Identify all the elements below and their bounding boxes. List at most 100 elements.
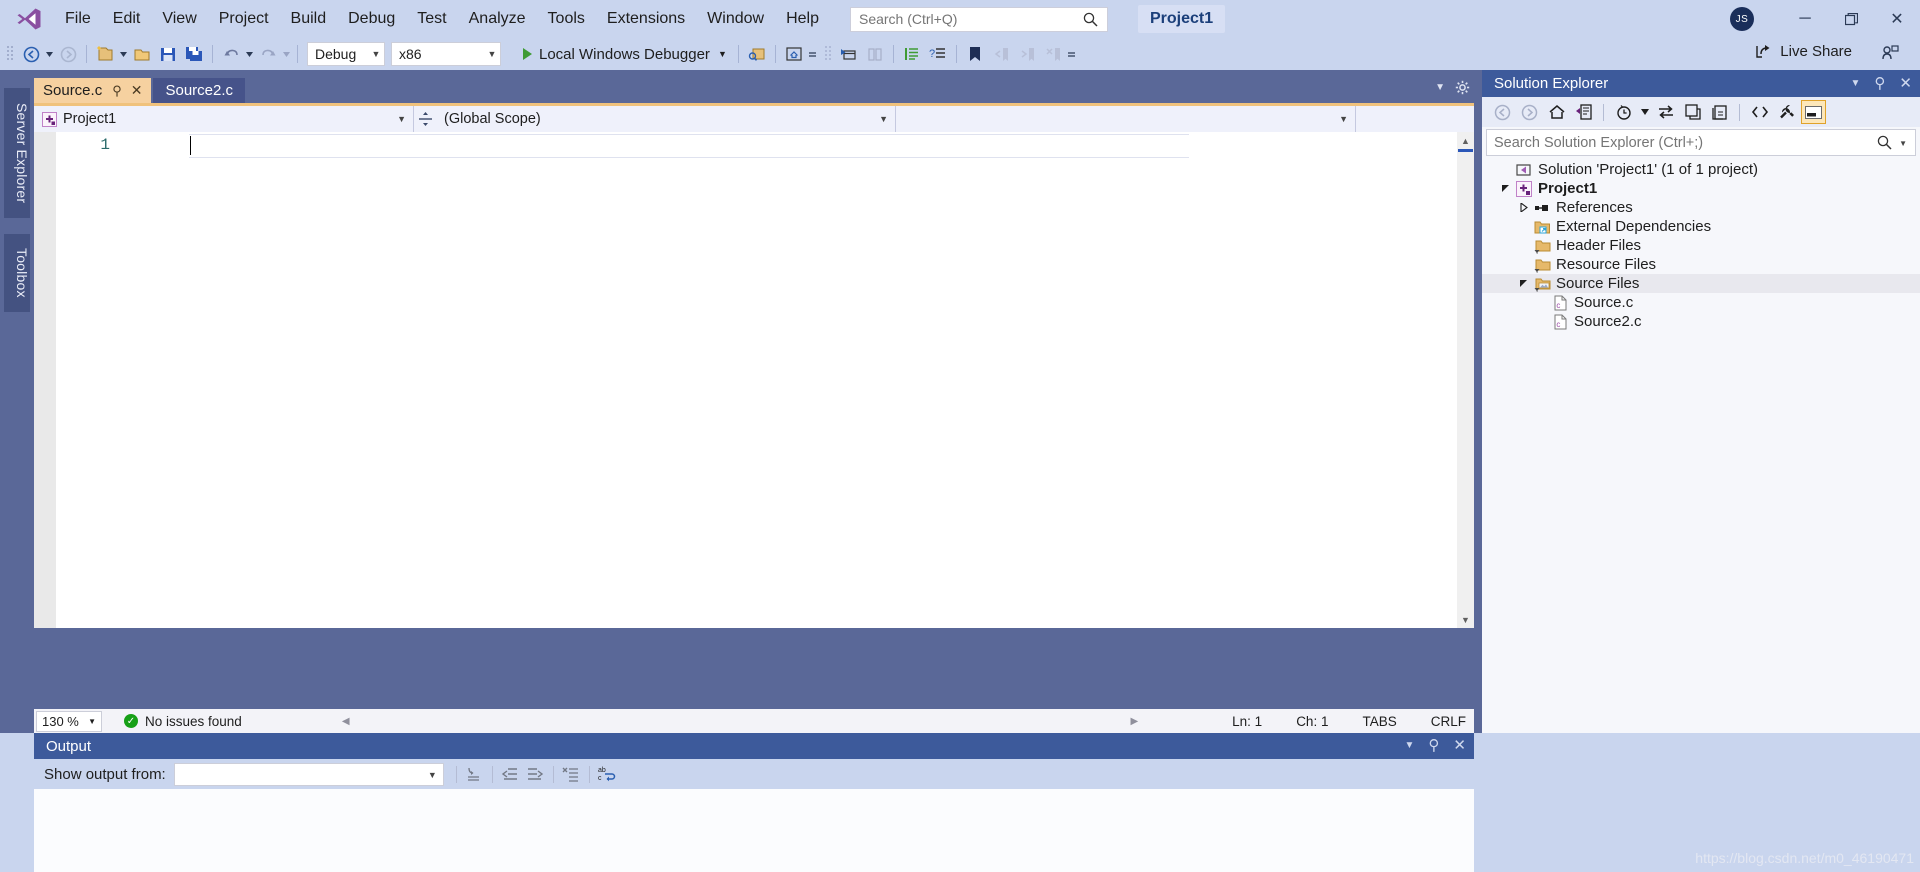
menu-item-edit[interactable]: Edit xyxy=(102,3,152,35)
live-share-button[interactable]: Live Share xyxy=(1754,42,1852,61)
horizontal-scroll-right-button[interactable]: ▶ xyxy=(1130,716,1138,727)
pending-changes-filter-icon[interactable] xyxy=(1611,100,1636,124)
collapse-all-icon[interactable] xyxy=(1707,100,1732,124)
toolbar-grip[interactable] xyxy=(6,44,15,64)
navbar-scope-combo[interactable]: (Global Scope) ▼ xyxy=(436,106,896,132)
tree-item-resource-files[interactable]: Resource Files xyxy=(1482,255,1920,274)
new-window-icon[interactable] xyxy=(836,42,862,66)
tree-item-source-c[interactable]: c Source.c xyxy=(1482,293,1920,312)
scroll-up-button[interactable]: ▲ xyxy=(1457,132,1474,149)
editor-tab-source2-c[interactable]: Source2.c xyxy=(153,78,246,103)
scroll-down-button[interactable]: ▼ xyxy=(1457,611,1474,628)
sync-with-active-document-icon[interactable] xyxy=(1653,100,1678,124)
pin-icon[interactable]: ⚲ xyxy=(112,83,122,99)
start-debugging-button[interactable]: Local Windows Debugger ▼ xyxy=(517,42,733,66)
menu-item-file[interactable]: File xyxy=(54,3,102,35)
go-to-previous-message-icon[interactable] xyxy=(498,762,523,786)
code-editor-surface[interactable]: 1 ▲ ▼ xyxy=(34,132,1474,628)
avatar[interactable]: JS xyxy=(1730,7,1754,31)
menu-item-test[interactable]: Test xyxy=(406,3,457,35)
search-input[interactable] xyxy=(858,11,1084,27)
new-project-dropdown[interactable] xyxy=(118,42,129,66)
restore-button[interactable] xyxy=(1828,0,1874,38)
navbar-split-button[interactable] xyxy=(414,106,436,132)
gear-icon[interactable] xyxy=(1455,80,1470,95)
preview-selected-items-icon[interactable] xyxy=(1801,100,1826,124)
scrollbar-track[interactable] xyxy=(1457,149,1474,611)
toolbar-overflow-caret[interactable] xyxy=(807,42,818,66)
tree-item-source-files[interactable]: Source Files xyxy=(1482,274,1920,293)
active-files-dropdown-icon[interactable]: ▼ xyxy=(1435,82,1445,93)
properties-wrench-icon[interactable] xyxy=(1774,100,1799,124)
expander-expanded-icon[interactable] xyxy=(1514,279,1532,288)
redo-icon[interactable] xyxy=(255,42,281,66)
chevron-down-icon[interactable] xyxy=(1638,100,1651,124)
show-output-from-combo[interactable]: ▼ xyxy=(173,762,444,786)
close-icon[interactable]: ✕ xyxy=(1899,74,1912,92)
clear-all-icon[interactable] xyxy=(559,762,584,786)
menu-item-help[interactable]: Help xyxy=(775,3,830,35)
dock-splitter[interactable] xyxy=(1474,70,1482,733)
search-solution-explorer-input[interactable] xyxy=(1494,134,1874,151)
menu-item-tools[interactable]: Tools xyxy=(537,3,596,35)
show-all-files-icon[interactable] xyxy=(1747,100,1772,124)
undo-icon[interactable] xyxy=(218,42,244,66)
undo-dropdown[interactable] xyxy=(244,42,255,66)
tree-item-project1[interactable]: Project1 xyxy=(1482,179,1920,198)
chevron-down-icon[interactable]: ▼ xyxy=(1405,740,1415,751)
pending-changes-icon[interactable] xyxy=(1571,100,1596,124)
save-all-icon[interactable] xyxy=(181,42,207,66)
next-bookmark-icon[interactable] xyxy=(1014,42,1040,66)
tree-item-external-dependencies[interactable]: External Dependencies xyxy=(1482,217,1920,236)
refresh-icon[interactable] xyxy=(1680,100,1705,124)
tree-item-source2-c[interactable]: c Source2.c xyxy=(1482,312,1920,331)
solution-platform-combo[interactable]: x86 ▼ xyxy=(391,42,501,66)
menu-item-debug[interactable]: Debug xyxy=(337,3,406,35)
navigate-backward-button[interactable] xyxy=(18,42,44,66)
editor-tab-source-c[interactable]: Source.c ⚲ ✕ xyxy=(34,78,152,103)
pin-toolbar-icon[interactable] xyxy=(1881,44,1900,63)
navigate-forward-button[interactable] xyxy=(55,42,81,66)
expander-collapsed-icon[interactable] xyxy=(1514,203,1532,212)
pin-icon[interactable]: ⚲ xyxy=(1874,74,1885,92)
issues-status[interactable]: ✓ No issues found xyxy=(124,714,242,729)
previous-bookmark-icon[interactable] xyxy=(988,42,1014,66)
pin-icon[interactable]: ⚲ xyxy=(1428,736,1439,754)
minimize-button[interactable]: ─ xyxy=(1782,0,1828,38)
toggle-bookmark-icon[interactable] xyxy=(962,42,988,66)
clear-bookmarks-icon[interactable] xyxy=(1040,42,1066,66)
chevron-down-icon[interactable]: ▼ xyxy=(1851,78,1861,89)
solution-configuration-combo[interactable]: Debug ▼ xyxy=(307,42,385,66)
horizontal-scroll-left-button[interactable]: ◀ xyxy=(342,716,350,727)
menu-item-extensions[interactable]: Extensions xyxy=(596,3,696,35)
output-text-area[interactable] xyxy=(34,789,1474,872)
comment-selection-icon[interactable] xyxy=(899,42,925,66)
expander-expanded-icon[interactable] xyxy=(1496,184,1514,193)
chevron-down-icon[interactable]: ▼ xyxy=(1899,139,1907,148)
open-file-icon[interactable] xyxy=(129,42,155,66)
tree-item-header-files[interactable]: Header Files xyxy=(1482,236,1920,255)
toolbar-overflow-caret[interactable] xyxy=(1066,42,1077,66)
tree-item-references[interactable]: References xyxy=(1482,198,1920,217)
solution-explorer-search[interactable]: ▼ xyxy=(1486,129,1916,156)
back-icon[interactable] xyxy=(1490,100,1515,124)
menu-item-build[interactable]: Build xyxy=(280,3,338,35)
save-icon[interactable] xyxy=(155,42,181,66)
solution-platform-home-icon[interactable] xyxy=(781,42,807,66)
forward-icon[interactable] xyxy=(1517,100,1542,124)
navigate-backward-dropdown[interactable] xyxy=(44,42,55,66)
new-project-icon[interactable] xyxy=(92,42,118,66)
close-icon[interactable]: ✕ xyxy=(131,82,143,99)
navbar-project-combo[interactable]: Project1 ▼ xyxy=(34,106,414,132)
close-icon[interactable]: ✕ xyxy=(1453,736,1466,754)
toolbar-grip[interactable] xyxy=(824,44,833,64)
go-to-next-message-icon[interactable] xyxy=(523,762,548,786)
menu-item-window[interactable]: Window xyxy=(696,3,775,35)
global-search[interactable] xyxy=(849,6,1108,32)
home-icon[interactable] xyxy=(1544,100,1569,124)
sidebar-item-server-explorer[interactable]: Server Explorer xyxy=(4,88,30,218)
uncomment-selection-icon[interactable]: ? xyxy=(925,42,951,66)
attach-to-process-icon[interactable] xyxy=(744,42,770,66)
sidebar-item-toolbox[interactable]: Toolbox xyxy=(4,234,30,312)
close-button[interactable]: ✕ xyxy=(1874,0,1920,38)
